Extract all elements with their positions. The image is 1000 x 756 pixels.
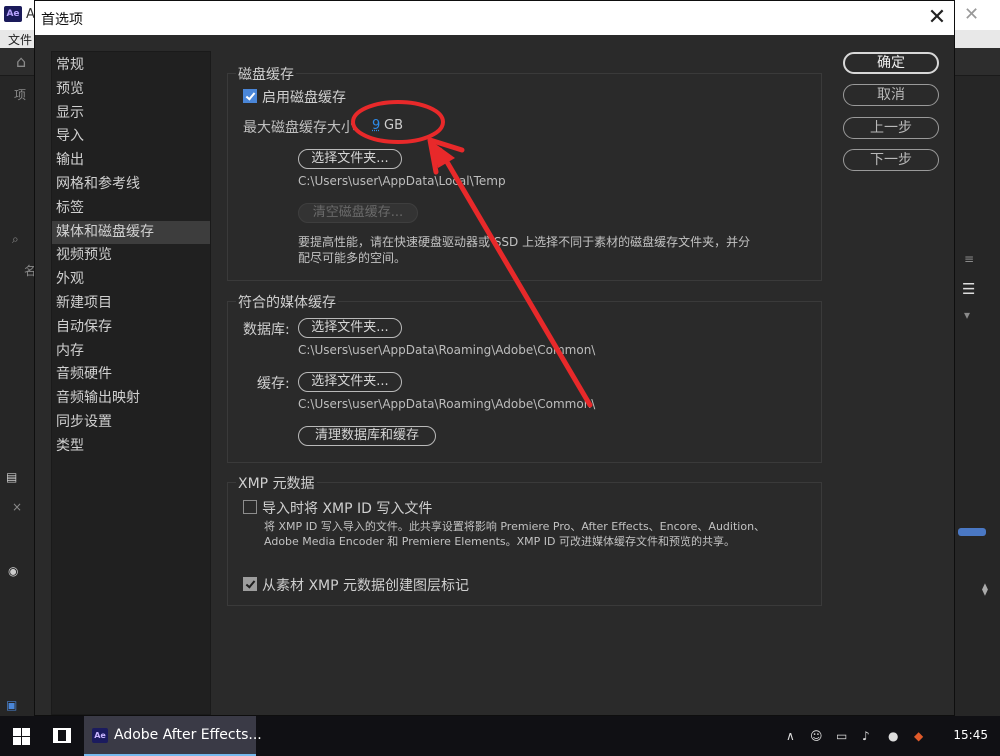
cache-path: C:\Users\user\AppData\Roaming\Adobe\Comm… [298,397,596,411]
start-button[interactable] [0,716,44,756]
max-cache-size-value[interactable]: 9 [372,118,380,133]
close-tab-icon[interactable]: × [12,500,22,514]
nav-item[interactable]: 同步设置 [52,411,210,434]
network-icon[interactable]: ▭ [836,729,850,743]
taskbar-clock[interactable]: 15:45 [953,728,988,742]
media-cache-section: 符合的媒体缓存 数据库: 选择文件夹... C:\Users\user\AppD… [227,292,822,463]
composition-icon[interactable]: ▤ [6,470,17,484]
ok-button[interactable]: 确定 [843,52,939,74]
nav-item[interactable]: 导入 [52,125,210,148]
empty-disk-cache-button[interactable]: 清空磁盘缓存... [298,203,418,223]
layers-icon[interactable]: ▣ [6,698,17,712]
choose-database-folder-button[interactable]: 选择文件夹... [298,318,402,338]
write-xmp-id-label: 导入时将 XMP ID 写入文件 [262,501,433,517]
choose-cache-folder-button[interactable]: 选择文件夹... [298,372,402,392]
nav-item[interactable]: 类型 [52,435,210,458]
nav-item[interactable]: 预览 [52,78,210,101]
after-effects-logo-icon: Ae [4,6,22,22]
nav-item[interactable]: 新建项目 [52,292,210,315]
windows-logo-icon [13,728,30,745]
security-icon[interactable]: ◆ [914,729,928,743]
after-effects-taskbar-icon: Ae [92,728,108,743]
search-icon[interactable]: ⌕ [12,232,19,247]
task-view-icon [53,728,71,743]
next-button[interactable]: 下一步 [843,149,939,171]
taskbar-app-label: Adobe After Effects... [114,727,262,743]
choose-disk-cache-folder-button[interactable]: 选择文件夹... [298,149,402,169]
nav-item[interactable]: 常规 [52,54,210,77]
task-view-button[interactable] [44,716,80,756]
previous-button[interactable]: 上一步 [843,117,939,139]
windows-taskbar: Ae Adobe After Effects... ∧ ☺ ▭ ♪ ● ◆ 15… [0,716,1000,756]
nav-item[interactable]: 音频硬件 [52,363,210,386]
disk-cache-note-line-1: 要提高性能，请在快速硬盘驱动器或 SSD 上选择不同于素材的磁盘缓存文件夹，并分 [298,235,751,249]
notification-chevron-icon[interactable]: ∧ [786,729,800,743]
dialog-title: 首选项 [41,12,83,28]
background-side-glyph: 项 [14,88,27,102]
write-xmp-id-checkbox[interactable] [243,500,257,514]
nav-item[interactable]: 外观 [52,268,210,291]
max-cache-size-unit: GB [384,118,403,133]
dialog-titlebar: 首选项 ✕ [35,1,954,35]
bucket-icon[interactable]: ⧫ [982,582,988,596]
xmp-metadata-section: XMP 元数据 导入时将 XMP ID 写入文件 将 XMP ID 写入导入的文… [227,473,822,606]
create-layer-markers-label: 从素材 XMP 元数据创建图层标记 [262,578,470,594]
nav-item[interactable]: 内存 [52,340,210,363]
background-timeline-bar [958,528,986,536]
cache-label: 缓存: [257,376,290,392]
nav-item[interactable]: 标签 [52,197,210,220]
list-icon[interactable]: ☰ [962,280,975,298]
nav-item[interactable]: 视频预览 [52,244,210,267]
nav-item[interactable]: 输出 [52,149,210,172]
database-path: C:\Users\user\AppData\Roaming\Adobe\Comm… [298,343,596,357]
nav-item[interactable]: 网格和参考线 [52,173,210,196]
xmp-note-line-2: Adobe Media Encoder 和 Premiere Elements。… [264,535,736,548]
background-right-panel: ≡ ☰ ▾ ⧫ [952,76,1000,716]
nav-item[interactable]: 音频输出映射 [52,387,210,410]
disk-cache-folder-path: C:\Users\user\AppData\Local\Temp [298,174,506,188]
xmp-metadata-legend: XMP 元数据 [236,473,317,493]
disk-cache-note-line-2: 配尽可能多的空间。 [298,251,407,265]
volume-icon[interactable]: ♪ [862,729,876,743]
taskbar-after-effects[interactable]: Ae Adobe After Effects... [84,716,262,756]
ime-icon[interactable]: ● [888,729,902,743]
create-layer-markers-checkbox[interactable] [243,577,257,591]
media-cache-legend: 符合的媒体缓存 [236,292,338,312]
background-close-icon[interactable]: ✕ [964,4,979,25]
disk-cache-legend: 磁盘缓存 [236,64,296,84]
database-label: 数据库: [243,322,290,338]
disk-cache-section: 磁盘缓存 启用磁盘缓存 最大磁盘缓存大小 9 GB 选择文件夹... C:\Us… [227,64,822,281]
xmp-note-line-1: 将 XMP ID 写入导入的文件。此共享设置将影响 Premiere Pro、A… [264,520,766,533]
cancel-button[interactable]: 取消 [843,84,939,106]
max-cache-size-label: 最大磁盘缓存大小 [243,120,355,136]
people-icon[interactable]: ☺ [810,729,824,743]
eye-icon[interactable]: ◉ [8,564,18,578]
preferences-nav: 常规 预览 显示 导入 输出 网格和参考线 标签 媒体和磁盘缓存 视频预览 外观 新建项目 自动保存内… [51,51,211,715]
nav-item[interactable]: 媒体和磁盘缓存 [52,220,210,244]
home-icon[interactable]: ⌂ [16,52,26,71]
nav-item[interactable]: 自动保存 [52,316,210,339]
panel-menu-icon[interactable]: ≡ [964,252,974,266]
background-menu-file[interactable]: 文件 [8,31,32,48]
enable-disk-cache-label: 启用磁盘缓存 [262,90,346,106]
dialog-close-icon[interactable]: ✕ [925,5,949,31]
background-left-panel: 项 ⌕ 名 ▤ × ◉ ▣ [0,76,36,716]
nav-item[interactable]: 显示 [52,102,210,125]
dropdown-arrow-icon[interactable]: ▾ [964,308,970,322]
system-tray: ∧ ☺ ▭ ♪ ● ◆ 15:45 [780,716,1000,756]
preferences-dialog: 首选项 ✕ 常规 预览 显示 导入 输出 网格和参考线 标签 媒体和磁盘缓存 视频预览 外观 新建项… [34,0,955,716]
enable-disk-cache-checkbox[interactable] [243,89,257,103]
clean-database-and-cache-button[interactable]: 清理数据库和缓存 [298,426,436,446]
